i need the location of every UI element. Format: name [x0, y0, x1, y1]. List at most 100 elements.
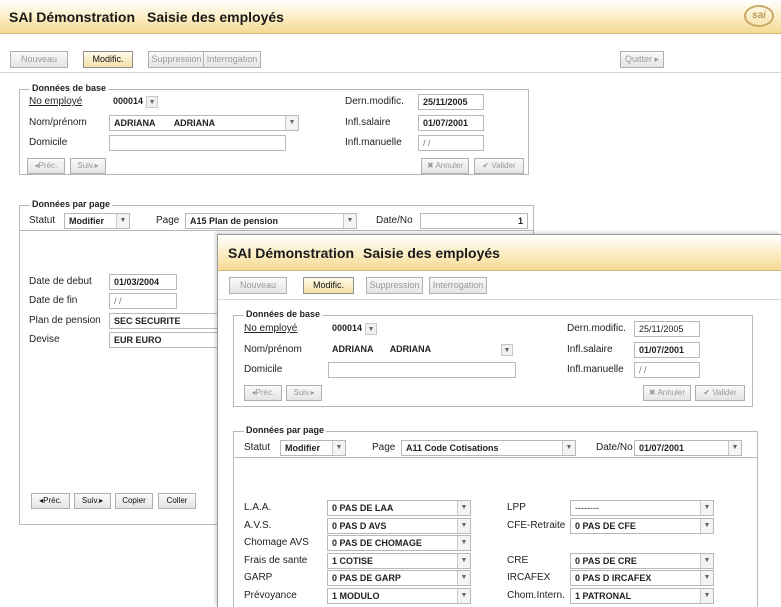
contrib-select-right-value: 0 PAS DE CRE [575, 556, 637, 566]
home-field[interactable] [109, 135, 286, 151]
contrib-select-left-value: 0 PAS D AVS [332, 521, 387, 531]
front-manual-field[interactable]: / / [634, 362, 700, 378]
chevron-down-icon[interactable]: ▼ [501, 344, 513, 356]
last-name-value: ADRIANA [114, 118, 156, 128]
chevron-down-icon[interactable]: ▼ [343, 214, 356, 228]
contrib-select-left[interactable]: 0 PAS DE LAA ▼ [327, 500, 471, 516]
contrib-select-right[interactable]: -------- ▼ [570, 500, 714, 516]
chevron-down-icon[interactable]: ▼ [146, 95, 159, 108]
front-home-field[interactable] [328, 362, 516, 378]
front-page-data-legend: Données par page [244, 425, 327, 435]
modify-button[interactable]: Modific. [83, 51, 133, 68]
prev-label: Préc. [38, 161, 58, 170]
employee-no-value: 000014 [113, 96, 144, 106]
front-validate-button[interactable]: ✔ Valider [695, 385, 745, 401]
salary-field[interactable]: 01/07/2001 [418, 115, 484, 131]
front-name-field[interactable]: ADRIANA ADRIANA [328, 342, 518, 358]
contrib-select-left-value: 0 PAS DE LAA [332, 503, 394, 513]
end-date-field[interactable]: / / [109, 293, 177, 309]
contrib-select-right[interactable]: 1 PATRONAL ▼ [570, 588, 714, 604]
page-value: A15 Plan de pension [190, 216, 279, 226]
front-cancel-button[interactable]: ✖ Annuler [643, 385, 691, 401]
contrib-select-left[interactable]: 0 PAS DE CHOMAGE ▼ [327, 535, 471, 551]
pension-plan-label: Plan de pension [29, 315, 101, 326]
cancel-button[interactable]: ✖ Annuler [421, 158, 469, 174]
status-select[interactable]: Modifier ▼ [64, 213, 130, 229]
front-manual-label: Infl.manuelle [567, 364, 624, 375]
cancel-label: Annuler [435, 161, 464, 170]
chevron-down-icon[interactable]: ▼ [728, 441, 741, 455]
front-home-label: Domicile [244, 364, 283, 375]
page-label: Page [156, 215, 180, 226]
contrib-select-left[interactable]: 0 PAS DE GARP ▼ [327, 570, 471, 586]
chevron-down-icon[interactable]: ▼ [457, 589, 470, 603]
validate-button[interactable]: ✔ Valider [474, 158, 524, 174]
front-status-select[interactable]: Modifier ▼ [280, 440, 346, 456]
chevron-down-icon[interactable]: ▼ [116, 214, 129, 228]
date-no-field[interactable]: 1 [420, 213, 528, 229]
front-salary-field[interactable]: 01/07/2001 [634, 342, 700, 358]
chevron-down-icon[interactable]: ▼ [457, 519, 470, 533]
chevron-down-icon[interactable]: ▼ [457, 571, 470, 585]
name-field[interactable]: ADRIANA ADRIANA ▼ [109, 115, 299, 131]
front-modify-button[interactable]: Modific. [303, 277, 354, 294]
contrib-label-left: L.A.A. [244, 502, 272, 513]
chevron-down-icon[interactable]: ▼ [457, 554, 470, 568]
contrib-select-left-value: 0 PAS DE GARP [332, 573, 401, 583]
front-next-button[interactable]: Suiv.▸ [286, 385, 322, 401]
contrib-label-right: CRE [507, 555, 529, 566]
front-delete-button[interactable]: Suppression [366, 277, 423, 294]
front-prev-label: Préc. [255, 388, 275, 397]
page-next-button[interactable]: Suiv.▸ [74, 493, 111, 509]
front-status-label: Statut [244, 442, 271, 453]
contrib-select-right[interactable]: 0 PAS DE CRE ▼ [570, 553, 714, 569]
chevron-down-icon[interactable]: ▼ [457, 536, 470, 550]
employee-no-field[interactable]: 000014 ▼ [109, 94, 163, 110]
front-query-button[interactable]: Interrogation [429, 277, 487, 294]
chevron-down-icon[interactable]: ▼ [285, 116, 298, 130]
chevron-down-icon[interactable]: ▼ [562, 441, 575, 455]
manual-field[interactable]: / / [418, 135, 484, 151]
prev-button[interactable]: ◂Préc. [27, 158, 65, 174]
contrib-select-left[interactable]: 1 MODULO ▼ [327, 588, 471, 604]
base-data-legend: Données de base [30, 83, 109, 93]
new-button[interactable]: Nouveau [10, 51, 68, 68]
chevron-down-icon[interactable]: ▼ [700, 501, 713, 515]
query-button[interactable]: Interrogation [203, 51, 261, 68]
contrib-select-right-value: -------- [575, 503, 599, 513]
front-next-label: Suiv. [293, 388, 311, 397]
delete-button[interactable]: Suppression [148, 51, 205, 68]
date-no-label: Date/No [376, 215, 413, 226]
chevron-down-icon[interactable]: ▼ [332, 441, 345, 455]
chevron-down-icon[interactable]: ▼ [457, 501, 470, 515]
contrib-select-right[interactable]: 0 PAS DE CFE ▼ [570, 518, 714, 534]
paste-button[interactable]: Coller [158, 493, 196, 509]
title-bar: SAI Démonstration Saisie des employés sa… [0, 0, 781, 34]
front-employee-no-field[interactable]: 000014 ▼ [328, 321, 386, 337]
quit-label: Quitter [624, 54, 652, 64]
contrib-select-left[interactable]: 0 PAS D AVS ▼ [327, 518, 471, 534]
chevron-down-icon[interactable]: ▼ [700, 519, 713, 533]
sai-logo: sai [744, 5, 774, 27]
contrib-label-right: IRCAFEX [507, 572, 551, 583]
front-new-button[interactable]: Nouveau [229, 277, 287, 294]
chevron-down-icon[interactable]: ▼ [700, 589, 713, 603]
contrib-select-left[interactable]: 1 COTISE ▼ [327, 553, 471, 569]
currency-field[interactable]: EUR EURO [109, 332, 229, 348]
chevron-down-icon[interactable]: ▼ [700, 571, 713, 585]
start-date-field[interactable]: 01/03/2004 [109, 274, 177, 290]
next-button[interactable]: Suiv.▸ [70, 158, 106, 174]
chevron-down-icon[interactable]: ▼ [365, 322, 378, 335]
copy-button[interactable]: Copier [115, 493, 153, 509]
page-select[interactable]: A15 Plan de pension ▼ [185, 213, 357, 229]
page-data-legend: Données par page [30, 199, 113, 209]
contrib-select-right[interactable]: 0 PAS D IRCAFEX ▼ [570, 570, 714, 586]
currency-label: Devise [29, 334, 60, 345]
quit-button[interactable]: Quitter ▸ [620, 51, 664, 68]
page-prev-button[interactable]: ◂Préc. [31, 493, 70, 509]
front-prev-button[interactable]: ◂Préc. [244, 385, 282, 401]
pension-plan-field[interactable]: SEC SECURITE [109, 313, 229, 329]
chevron-down-icon[interactable]: ▼ [700, 554, 713, 568]
front-date-no-field[interactable]: 01/07/2001 ▼ [634, 440, 742, 456]
front-page-select[interactable]: A11 Code Cotisations ▼ [401, 440, 576, 456]
